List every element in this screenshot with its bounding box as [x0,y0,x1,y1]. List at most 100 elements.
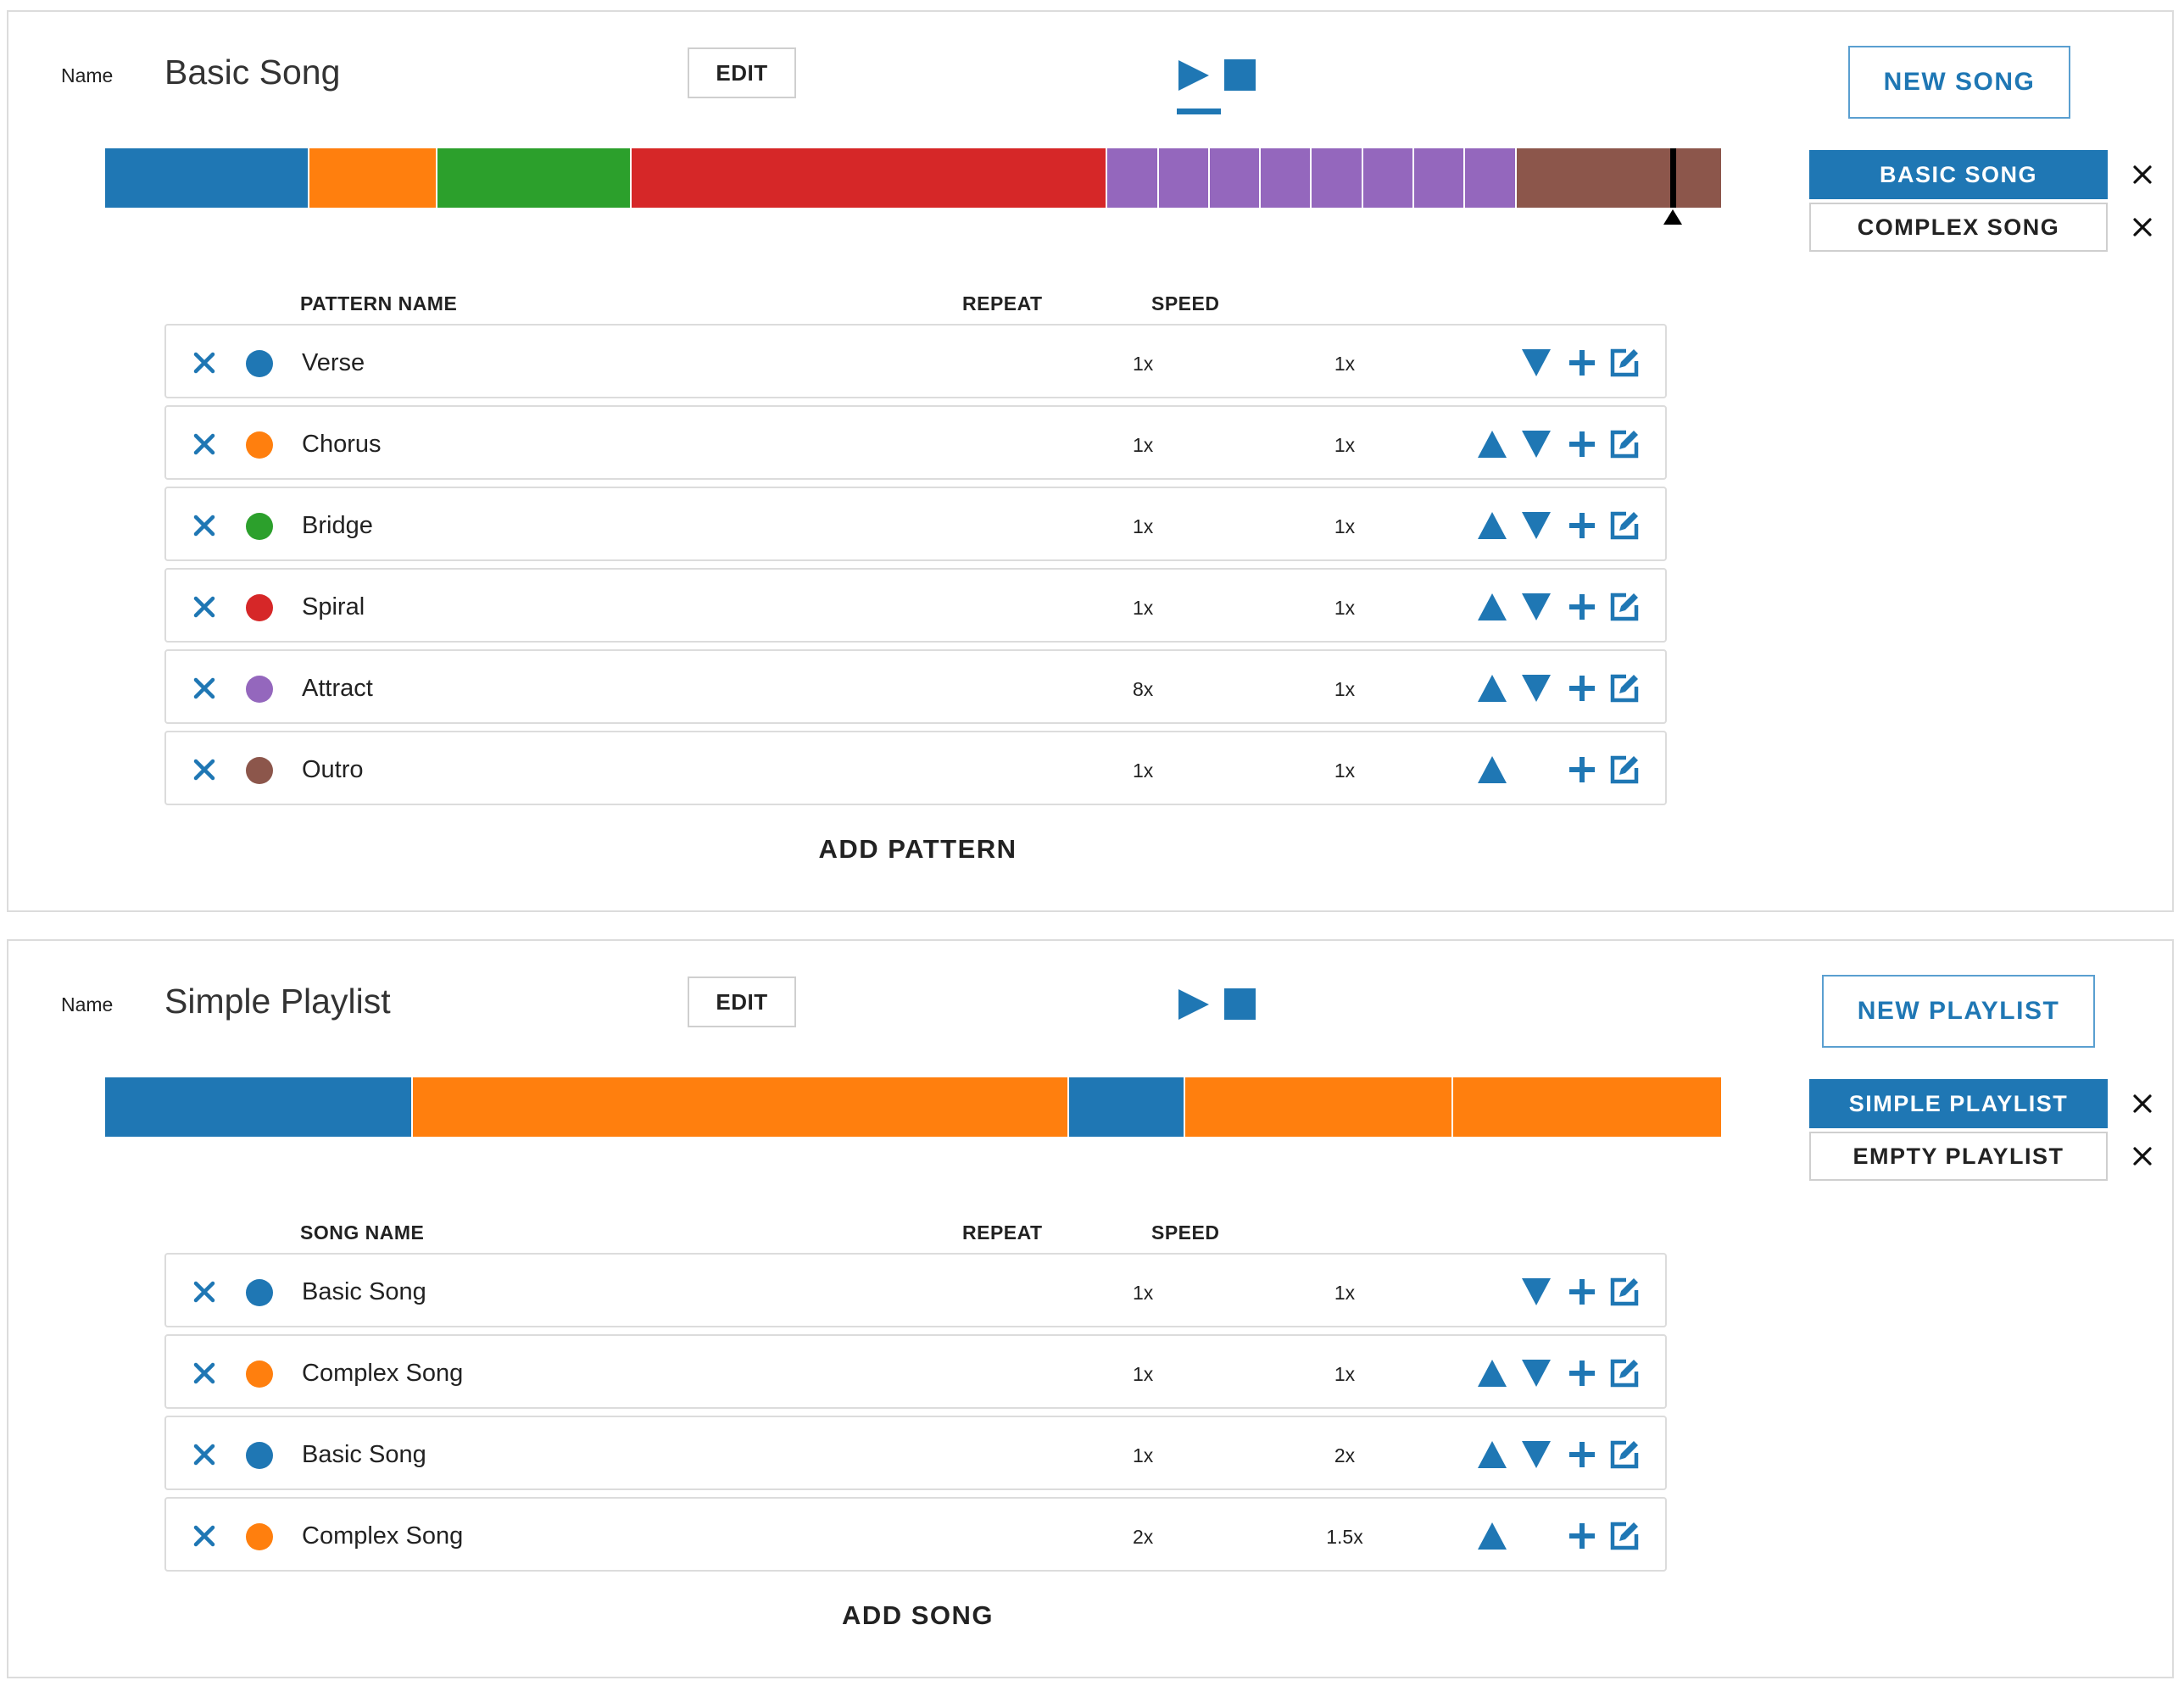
plus-icon[interactable] [1567,592,1597,622]
move-up-triangle-icon[interactable] [1477,1439,1507,1470]
row-speed: 1x [1334,353,1356,375]
list-item[interactable]: EMPTY PLAYLIST [1809,1132,2108,1181]
timeline-segment[interactable] [1068,1077,1186,1137]
playlist-timeline[interactable] [105,1077,1721,1137]
delete-x-icon[interactable] [192,350,217,376]
move-down-triangle-icon[interactable] [1521,592,1552,622]
column-header-repeat: REPEAT [962,292,1043,314]
edit-song-button[interactable]: EDIT [688,47,796,98]
color-dot-icon [246,1360,273,1388]
plus-icon[interactable] [1567,510,1597,541]
timeline-segment[interactable] [1107,148,1159,208]
timeline-segment[interactable] [413,1077,1069,1137]
edit-pencil-icon[interactable] [1607,1438,1641,1472]
timeline-segment[interactable] [437,148,632,208]
row-speed: 1x [1334,678,1356,700]
plus-icon[interactable] [1567,1521,1597,1551]
move-down-triangle-icon[interactable] [1521,348,1552,378]
edit-pencil-icon[interactable] [1607,1275,1641,1309]
move-up-triangle-icon[interactable] [1477,673,1507,704]
row-name: Bridge [302,512,373,539]
close-icon[interactable] [2130,162,2155,187]
plus-icon[interactable] [1567,673,1597,704]
edit-pencil-icon[interactable] [1607,671,1641,705]
timeline-segment[interactable] [105,148,310,208]
plus-icon[interactable] [1567,754,1597,785]
row-repeat: 1x [1133,1282,1154,1304]
close-icon[interactable] [2130,1091,2155,1116]
timeline-segment[interactable] [1453,1077,1721,1137]
playhead-marker-icon[interactable] [1663,209,1682,225]
move-down-triangle-icon[interactable] [1521,429,1552,459]
timeline-segment[interactable] [309,148,438,208]
plus-icon[interactable] [1567,429,1597,459]
move-down-triangle-icon[interactable] [1521,673,1552,704]
delete-x-icon[interactable] [192,513,217,538]
delete-x-icon[interactable] [192,1442,217,1467]
row-name: Spiral [302,593,365,620]
color-dot-icon [246,431,273,459]
play-icon[interactable] [1177,58,1211,92]
plus-icon[interactable] [1567,348,1597,378]
move-up-triangle-icon[interactable] [1477,592,1507,622]
close-icon[interactable] [2130,1143,2155,1169]
plus-icon[interactable] [1567,1439,1597,1470]
timeline-segment[interactable] [632,148,1108,208]
row-repeat: 8x [1133,678,1154,700]
move-down-triangle-icon[interactable] [1521,510,1552,541]
timeline-segment[interactable] [1362,148,1415,208]
edit-pencil-icon[interactable] [1607,753,1641,787]
edit-pencil-icon[interactable] [1607,509,1641,543]
list-item[interactable]: COMPLEX SONG [1809,203,2108,252]
color-dot-icon [246,513,273,540]
close-icon[interactable] [2130,214,2155,240]
new-playlist-button[interactable]: NEW PLAYLIST [1822,975,2095,1048]
timeline-segment[interactable] [1414,148,1466,208]
list-item[interactable]: BASIC SONG [1809,150,2108,199]
edit-playlist-button[interactable]: EDIT [688,977,796,1027]
timeline-segment[interactable] [1185,1077,1454,1137]
delete-x-icon[interactable] [192,431,217,457]
delete-x-icon[interactable] [192,757,217,782]
edit-pencil-icon[interactable] [1607,427,1641,461]
table-row: Verse 1x 1x [164,324,1667,398]
move-down-triangle-icon[interactable] [1521,1277,1552,1307]
move-down-triangle-icon[interactable] [1521,1439,1552,1470]
play-icon[interactable] [1177,988,1211,1021]
row-repeat: 1x [1133,1363,1154,1385]
delete-x-icon[interactable] [192,1523,217,1549]
move-up-triangle-icon[interactable] [1477,429,1507,459]
move-up-triangle-icon[interactable] [1477,1521,1507,1551]
stop-icon[interactable] [1224,59,1256,91]
plus-icon[interactable] [1567,1277,1597,1307]
timeline-segment[interactable] [1158,148,1210,208]
name-label: Name [61,64,114,86]
timeline-segment[interactable] [1465,148,1517,208]
move-down-triangle-icon[interactable] [1521,1358,1552,1388]
playhead-cursor[interactable] [1669,148,1676,208]
move-up-triangle-icon[interactable] [1477,754,1507,785]
plus-icon[interactable] [1567,1358,1597,1388]
timeline-segment[interactable] [105,1077,414,1137]
timeline-segment[interactable] [1209,148,1262,208]
timeline-segment[interactable] [1312,148,1363,208]
song-timeline[interactable] [105,148,1721,225]
new-song-button[interactable]: NEW SONG [1848,46,2070,119]
delete-x-icon[interactable] [192,594,217,620]
move-up-triangle-icon[interactable] [1477,510,1507,541]
timeline-segment[interactable] [1516,148,1721,208]
delete-x-icon[interactable] [192,1279,217,1305]
add-pattern-button[interactable]: ADD PATTERN [8,834,1827,865]
delete-x-icon[interactable] [192,1360,217,1386]
stop-icon[interactable] [1224,988,1256,1020]
list-item[interactable]: SIMPLE PLAYLIST [1809,1079,2108,1128]
delete-x-icon[interactable] [192,676,217,701]
table-row: Complex Song 1x 1x [164,1334,1667,1409]
timeline-segment[interactable] [1261,148,1312,208]
edit-pencil-icon[interactable] [1607,1356,1641,1390]
edit-pencil-icon[interactable] [1607,590,1641,624]
edit-pencil-icon[interactable] [1607,346,1641,380]
move-up-triangle-icon[interactable] [1477,1358,1507,1388]
edit-pencil-icon[interactable] [1607,1519,1641,1553]
add-song-button[interactable]: ADD SONG [8,1600,1827,1631]
